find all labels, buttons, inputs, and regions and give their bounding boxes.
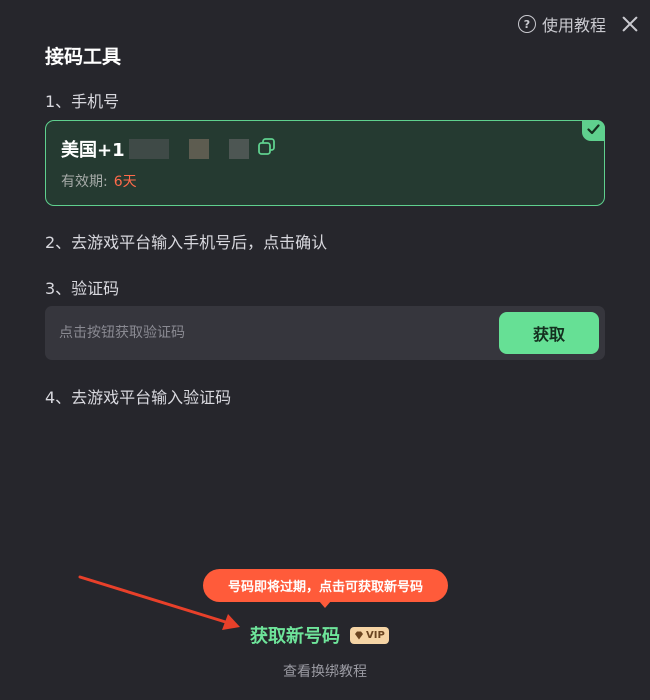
- vip-badge: VIP: [350, 626, 389, 644]
- diamond-icon: [355, 631, 363, 639]
- get-new-number-button[interactable]: 获取新号码 VIP: [250, 622, 389, 648]
- vip-label: VIP: [366, 629, 385, 641]
- rebind-tutorial-link[interactable]: 查看换绑教程: [0, 661, 650, 681]
- get-new-number-label: 获取新号码: [250, 626, 340, 647]
- expiry-tooltip: 号码即将过期，点击可获取新号码: [203, 569, 448, 608]
